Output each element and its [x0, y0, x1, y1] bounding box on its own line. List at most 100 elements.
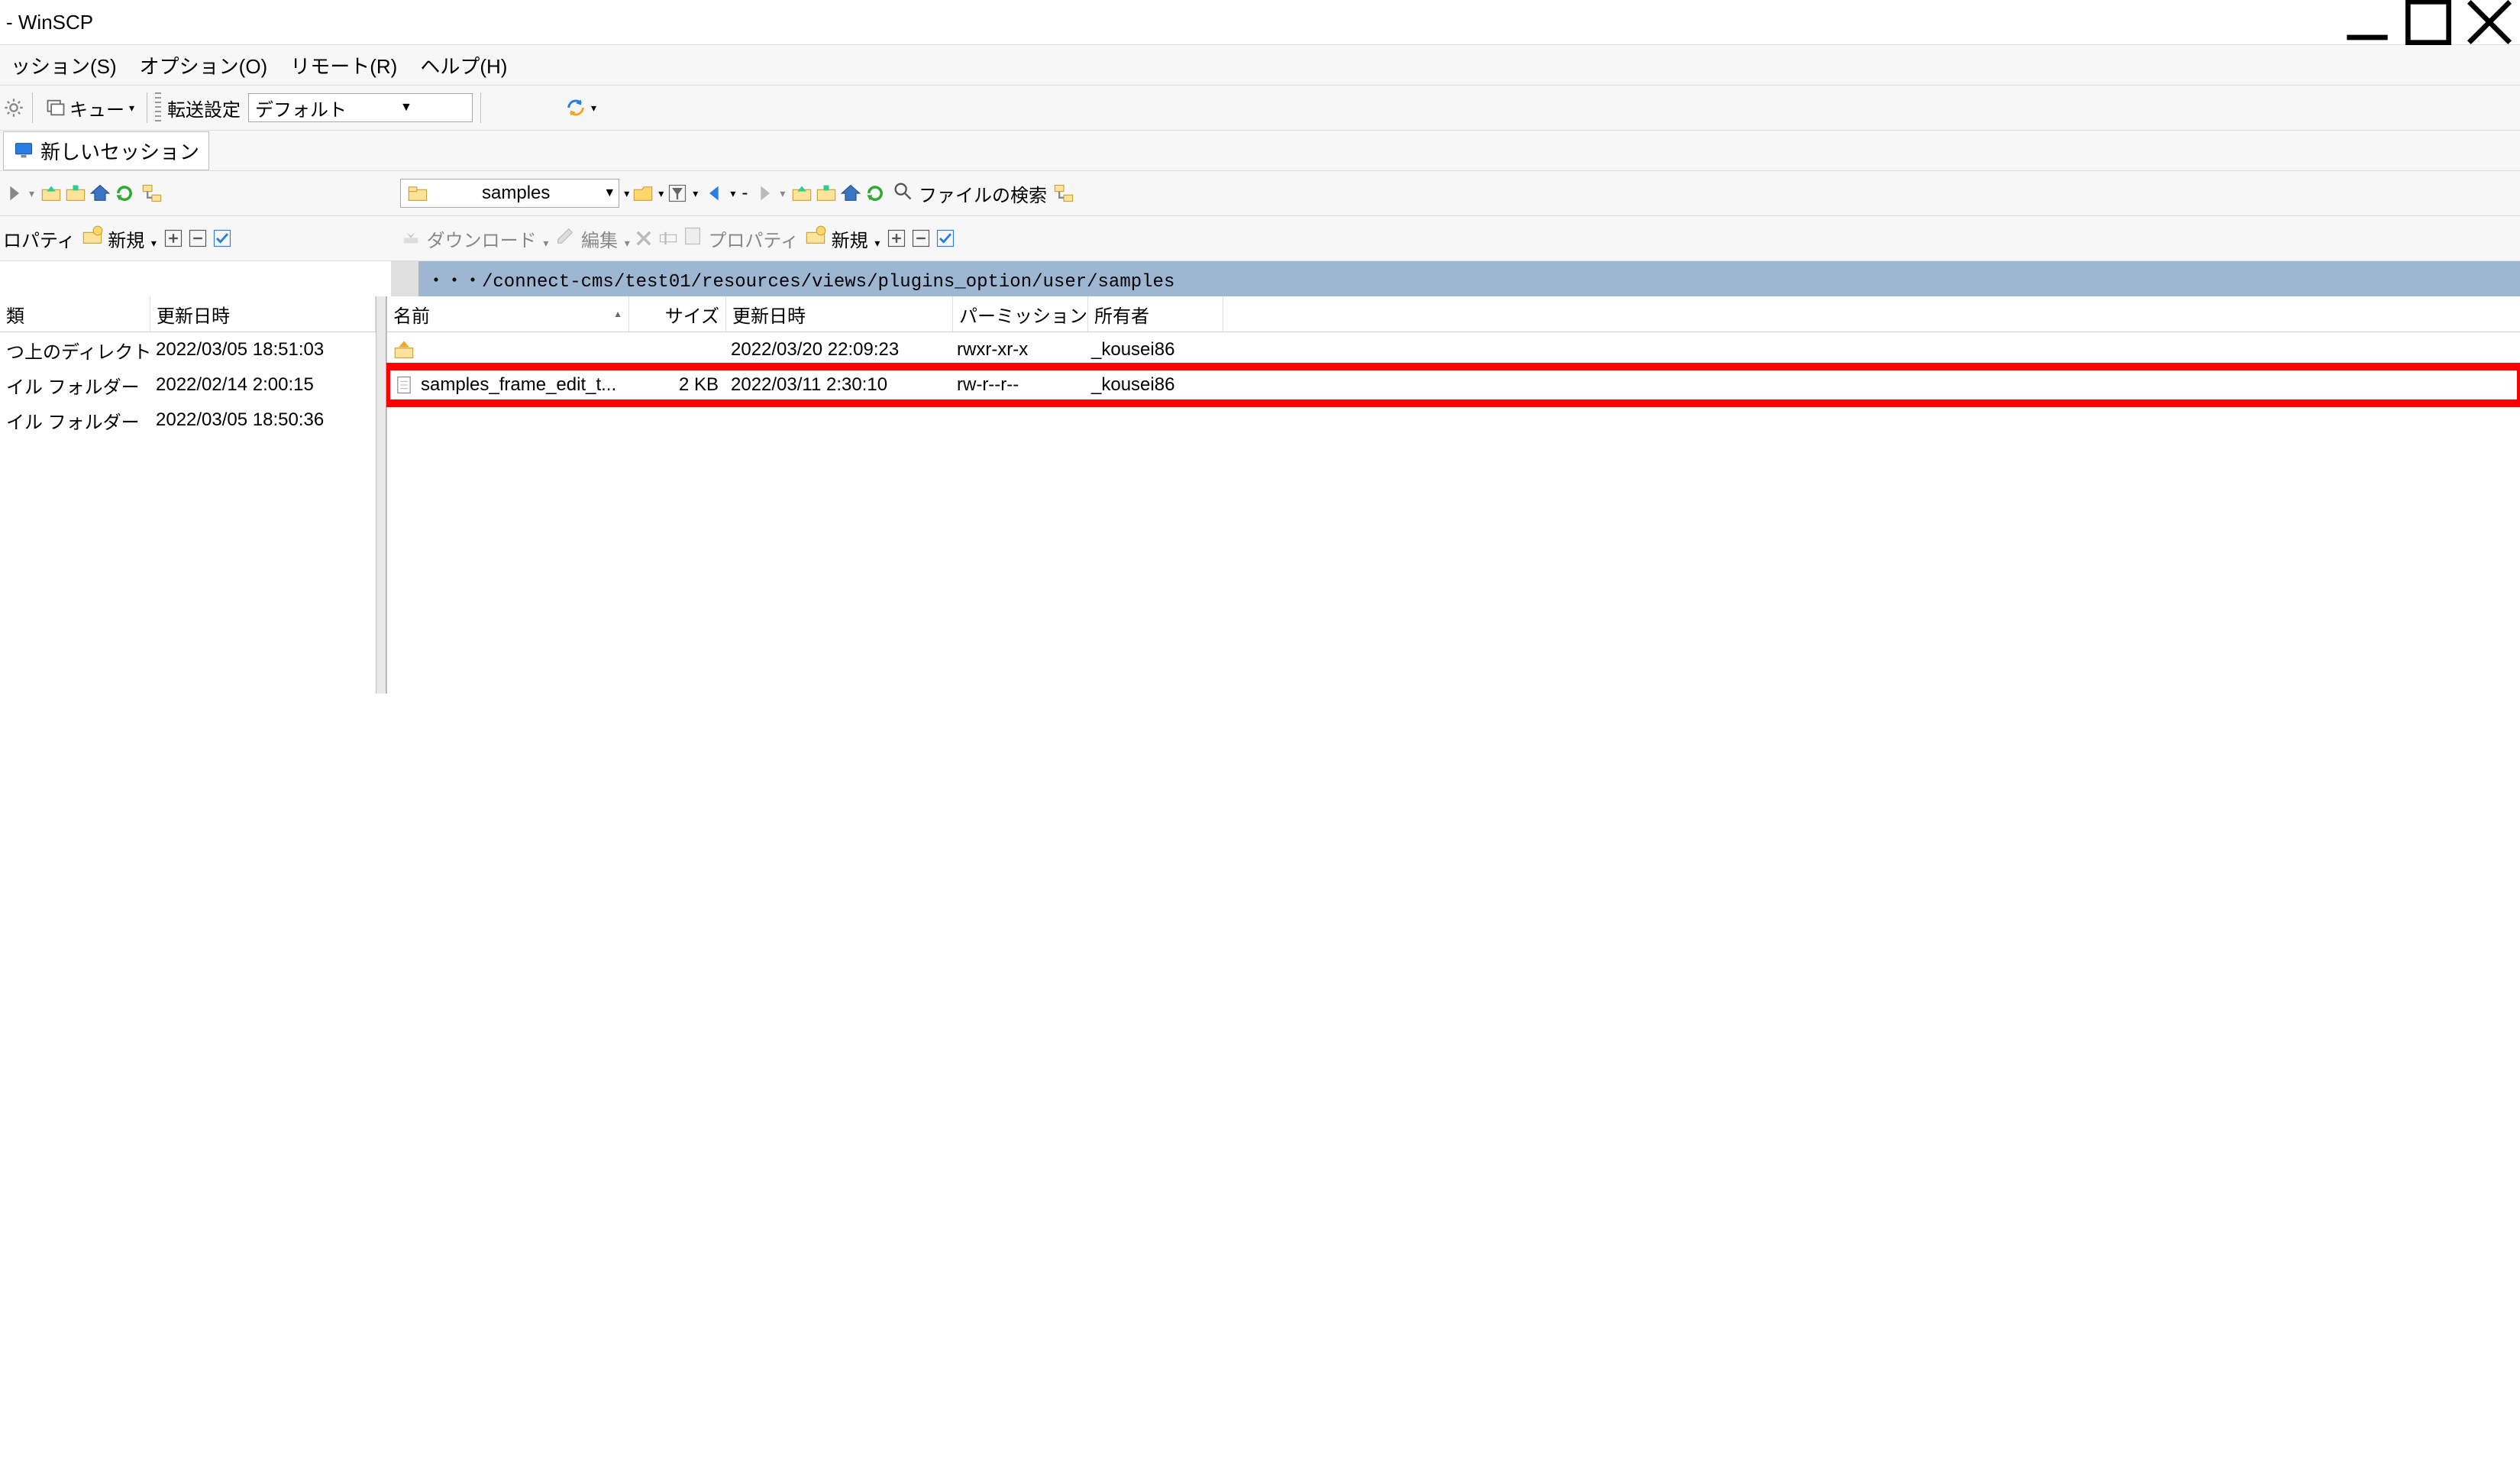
- new-local-button[interactable]: 新規 ▾: [82, 225, 157, 252]
- rename-icon[interactable]: [657, 228, 679, 249]
- cell-type: イル フォルダー: [0, 367, 150, 403]
- maximize-button[interactable]: [2398, 0, 2459, 44]
- transfer-settings-combo[interactable]: デフォルト ▼: [248, 93, 473, 122]
- plus-box-icon[interactable]: [163, 228, 184, 249]
- chevron-down-icon: ▾: [591, 102, 596, 115]
- folder-root-icon[interactable]: [65, 183, 86, 204]
- transfer-value: デフォルト: [255, 95, 347, 121]
- minimize-button[interactable]: [2337, 0, 2398, 44]
- edit-label: 編集: [581, 231, 618, 251]
- queue-icon: [45, 97, 66, 118]
- new-session-label: 新しいセッション: [40, 137, 199, 165]
- window-title: - WinSCP: [6, 11, 93, 34]
- local-col-mtime[interactable]: 更新日時: [150, 296, 376, 332]
- edit-button[interactable]: 編集 ▾: [554, 225, 629, 252]
- folder-up-icon[interactable]: [791, 183, 813, 204]
- list-item[interactable]: イル フォルダー2022/03/05 18:50:36: [0, 403, 376, 438]
- chevron-down-icon: ▾: [129, 102, 134, 115]
- folder-tree-icon[interactable]: [141, 183, 163, 204]
- remote-nav-toolbar: samples ▼ ▾ ▾ ▾ ▾ - ▾: [394, 171, 2520, 215]
- list-item[interactable]: つ上のディレクトリ2022/03/05 18:51:03: [0, 332, 376, 367]
- refresh-icon[interactable]: [114, 183, 135, 204]
- remote-col-owner[interactable]: 所有者: [1088, 296, 1223, 332]
- local-col-type[interactable]: 類: [0, 296, 150, 332]
- properties-right-label: プロパティ: [708, 231, 799, 251]
- menu-help[interactable]: ヘルプ(H): [412, 48, 515, 82]
- folder-tree-icon[interactable]: [1053, 183, 1074, 204]
- cell-owner: _kousei86: [1085, 332, 1220, 367]
- menu-session[interactable]: ッション(S): [3, 48, 124, 82]
- remote-col-size[interactable]: サイズ: [629, 296, 726, 332]
- splitter[interactable]: [391, 261, 419, 296]
- cell-perm: rwxr-xr-x: [951, 332, 1085, 367]
- new-remote-label: 新規: [832, 231, 868, 251]
- sort-asc-icon: ▲: [613, 309, 622, 319]
- cell-owner: _kousei86: [1085, 367, 1220, 403]
- properties-right-button[interactable]: プロパティ: [682, 225, 799, 252]
- file-icon: [393, 374, 415, 396]
- new-remote-button[interactable]: 新規 ▾: [805, 225, 880, 252]
- menu-remote[interactable]: リモート(R): [283, 48, 405, 82]
- forward-icon[interactable]: [3, 183, 24, 204]
- gear-icon[interactable]: [3, 97, 24, 118]
- folder-up-icon[interactable]: [40, 183, 62, 204]
- plus-box-icon[interactable]: [886, 228, 907, 249]
- remote-col-perm[interactable]: パーミッション: [953, 296, 1088, 332]
- back-icon[interactable]: [704, 183, 725, 204]
- file-panes: 類 更新日時 つ上のディレクトリ2022/03/05 18:51:03イル フォ…: [0, 296, 2520, 694]
- cell-mtime: 2022/03/20 22:09:23: [725, 332, 951, 367]
- cell-mtime: 2022/02/14 2:00:15: [150, 367, 376, 403]
- cell-name: samples_frame_edit_t...: [387, 367, 628, 403]
- filter-icon[interactable]: [667, 183, 688, 204]
- folder-root-icon[interactable]: [816, 183, 837, 204]
- sync-icon: [565, 97, 586, 118]
- local-list-header: 類 更新日時: [0, 296, 376, 332]
- open-folder-icon[interactable]: [632, 183, 654, 204]
- minus-box-icon[interactable]: [910, 228, 932, 249]
- nav-toolbar-row: ▾ samples ▼ ▾ ▾: [0, 171, 2520, 216]
- remote-folder-combo[interactable]: samples ▼: [400, 179, 619, 208]
- home-icon[interactable]: [89, 183, 111, 204]
- pane-splitter[interactable]: [376, 296, 386, 694]
- delete-icon[interactable]: [633, 228, 654, 249]
- close-button[interactable]: [2459, 0, 2520, 44]
- cell-name: [387, 332, 628, 367]
- cell-type: イル フォルダー: [0, 403, 150, 438]
- remote-col-name[interactable]: 名前▲: [387, 296, 629, 332]
- minus-box-icon[interactable]: [187, 228, 208, 249]
- queue-button[interactable]: キュー ▾: [40, 89, 139, 126]
- home-icon[interactable]: [840, 183, 861, 204]
- folder-icon: [407, 183, 428, 204]
- search-files-button[interactable]: ファイルの検索: [892, 180, 1047, 207]
- cell-mtime: 2022/03/11 2:30:10: [725, 367, 951, 403]
- list-item[interactable]: イル フォルダー2022/02/14 2:00:15: [0, 367, 376, 403]
- local-file-pane: 類 更新日時 つ上のディレクトリ2022/03/05 18:51:03イル フォ…: [0, 296, 376, 694]
- forward-icon[interactable]: [754, 183, 775, 204]
- queue-label: キュー: [69, 95, 124, 121]
- list-item[interactable]: samples_frame_edit_t...2 KB2022/03/11 2:…: [387, 367, 2520, 403]
- check-box-icon[interactable]: [935, 228, 956, 249]
- menu-bar: ッション(S) オプション(O) リモート(R) ヘルプ(H): [0, 45, 2520, 86]
- monitor-icon: [13, 140, 34, 161]
- window-controls: [2337, 0, 2520, 44]
- sub-toolbar-row: ロパティ 新規 ▾ ダウンロード ▾: [0, 216, 2520, 261]
- cell-size: 2 KB: [628, 367, 725, 403]
- folder-new-icon: [805, 225, 826, 247]
- new-local-label: 新規: [108, 231, 144, 251]
- check-box-icon[interactable]: [212, 228, 233, 249]
- menu-options[interactable]: オプション(O): [132, 48, 276, 82]
- remote-col-mtime[interactable]: 更新日時: [726, 296, 953, 332]
- sync-button[interactable]: ▾: [561, 89, 601, 126]
- properties-icon: [682, 225, 703, 247]
- list-item[interactable]: 2022/03/20 22:09:23rwxr-xr-x_kousei86: [387, 332, 2520, 367]
- download-button[interactable]: ダウンロード ▾: [400, 225, 548, 252]
- properties-label-left[interactable]: ロパティ: [3, 225, 76, 252]
- folder-up-icon: [393, 339, 415, 361]
- refresh-icon[interactable]: [864, 183, 886, 204]
- remote-path: ・・・/connect-cms/test01/resources/views/p…: [419, 261, 2520, 296]
- cell-type: つ上のディレクトリ: [0, 332, 150, 367]
- cell-mtime: 2022/03/05 18:51:03: [150, 332, 376, 367]
- new-session-tab[interactable]: 新しいセッション: [3, 131, 209, 170]
- toolbar-grip[interactable]: [155, 92, 161, 123]
- remote-sub-toolbar: ダウンロード ▾ 編集 ▾ プロパティ 新規: [394, 216, 2520, 260]
